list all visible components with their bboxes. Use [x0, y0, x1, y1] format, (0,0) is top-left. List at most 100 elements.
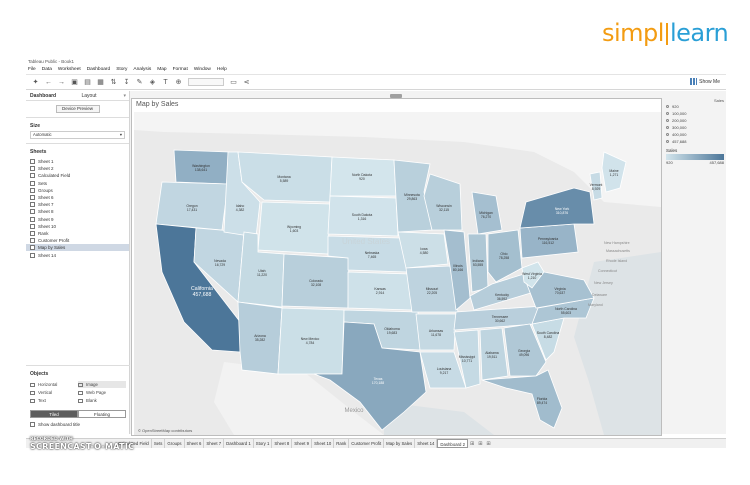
- state-value-label: 5,589: [280, 179, 289, 183]
- text-icon: [30, 398, 35, 403]
- sheet-list-item[interactable]: Sheet 9: [30, 216, 129, 223]
- save-icon[interactable]: ▣: [71, 79, 78, 86]
- sheet-tab[interactable]: Sheet 10: [312, 439, 335, 448]
- object-vertical[interactable]: Vertical: [30, 389, 78, 396]
- worksheet-icon: [30, 209, 35, 215]
- state-wisconsin[interactable]: [423, 173, 463, 231]
- place-label: New Hampshire: [604, 241, 630, 245]
- sheet-list-item[interactable]: Sheet 10: [30, 223, 129, 230]
- sheet-tab[interactable]: Sheet 6: [185, 439, 205, 448]
- highlight-icon[interactable]: ✎: [136, 79, 143, 86]
- share-icon[interactable]: ⋖: [243, 79, 250, 86]
- size-select[interactable]: Automatic ▾: [30, 131, 125, 139]
- state-value-label: 138,641: [195, 168, 207, 172]
- worksheet-icon: [30, 173, 35, 179]
- sheet-tab[interactable]: Sheet 14: [415, 439, 438, 448]
- state-value-label: 310,876: [556, 211, 568, 215]
- sheet-list-item[interactable]: Customer Profit: [30, 237, 129, 244]
- state-value-label: 49,096: [519, 353, 529, 357]
- sheet-list-item[interactable]: Groups: [30, 187, 129, 194]
- show-title-checkbox[interactable]: Show dashboard title: [26, 418, 130, 431]
- sheet-tab[interactable]: Sheet 9: [292, 439, 313, 448]
- object-text[interactable]: Text: [30, 397, 78, 404]
- tab-dashboard[interactable]: Dashboard: [26, 91, 78, 100]
- sort-icon[interactable]: ↧: [123, 79, 130, 86]
- map-view[interactable]: Washington 138,641 Oregon 17,431 California 4…: [134, 112, 661, 435]
- sheet-tab[interactable]: Customer Profit: [349, 439, 385, 448]
- state-value-label: 35,282: [255, 338, 265, 342]
- sheet-list-item[interactable]: Sheet 14: [30, 251, 129, 258]
- sheet-tab[interactable]: Sheet 8: [272, 439, 293, 448]
- show-me-button[interactable]: Show Me: [690, 78, 720, 85]
- state-value-label: 2,914: [376, 291, 385, 295]
- undo-icon[interactable]: ←: [45, 79, 52, 86]
- size-dot: [666, 126, 669, 129]
- size-legend-item: 200,000: [666, 117, 724, 124]
- us-map[interactable]: Washington138,641Oregon17,431California4…: [134, 112, 661, 435]
- new-sheet-icon[interactable]: ▤: [84, 79, 91, 86]
- sheet-tab[interactable]: Dashboard 1: [224, 439, 254, 448]
- map-sheet[interactable]: Map by Sales Washington 138,641 Oregon 17,4…: [131, 98, 662, 436]
- group-icon[interactable]: ◈: [149, 79, 156, 86]
- sheet-list-item[interactable]: Sheet 1: [30, 158, 129, 165]
- sheet-tab[interactable]: Rank: [334, 439, 350, 448]
- sheet-list-item[interactable]: Sheet 7: [30, 201, 129, 208]
- swap-icon[interactable]: ⇅: [110, 79, 117, 86]
- state-value-label: 22,205: [427, 291, 437, 295]
- menu-item-help[interactable]: Help: [217, 66, 227, 74]
- sheet-list-item[interactable]: Calculated Field: [30, 172, 129, 179]
- sheet-tab[interactable]: Sheet 7: [204, 439, 225, 448]
- menu-item-worksheet[interactable]: Worksheet: [58, 66, 81, 74]
- worksheet-icon: [30, 166, 35, 172]
- state-value-label: 10,771: [462, 359, 472, 363]
- chart-icon[interactable]: ▦: [97, 79, 104, 86]
- object-horizontal[interactable]: Horizontal: [30, 381, 78, 388]
- menu-item-file[interactable]: File: [28, 66, 36, 74]
- sheet-list-item[interactable]: Map by Sales: [26, 244, 129, 252]
- state-value-label: 9,217: [440, 371, 449, 375]
- sheet-list-item[interactable]: Sheet 8: [30, 208, 129, 215]
- size-legend-item: 457,688: [666, 138, 724, 145]
- tab-layout[interactable]: Layout ▾: [78, 91, 130, 100]
- object-web-page[interactable]: Web Page: [78, 389, 126, 396]
- sheet-tab[interactable]: Dashboard 2: [437, 439, 469, 448]
- sheet-tab[interactable]: Map by Sales: [384, 439, 416, 448]
- legend-panel: Sales 920 100,000 200,000 300,000 400,000 457…: [666, 98, 724, 165]
- tiled-button[interactable]: Tiled: [30, 410, 78, 418]
- floating-button[interactable]: Floating: [78, 410, 126, 418]
- sheet-list-item[interactable]: Rank: [30, 230, 129, 237]
- menu-item-format[interactable]: Format: [173, 66, 188, 74]
- redo-icon[interactable]: →: [58, 79, 65, 86]
- state-value-label: 80,166: [453, 268, 463, 272]
- new-story-icon[interactable]: ⊞: [484, 441, 492, 447]
- menu-item-dashboard[interactable]: Dashboard: [87, 66, 110, 74]
- menu-item-map[interactable]: Map: [157, 66, 166, 74]
- presentation-icon[interactable]: ▭: [230, 79, 237, 86]
- tableau-logo-icon[interactable]: ✦: [32, 79, 39, 86]
- state-value-label: 4,580: [420, 251, 429, 255]
- sheet-tab[interactable]: Groups: [165, 439, 185, 448]
- sheet-list-item[interactable]: Sets: [30, 180, 129, 187]
- menu-item-analysis[interactable]: Analysis: [133, 66, 151, 74]
- checkbox-icon: [30, 422, 35, 427]
- new-dashboard-icon[interactable]: ⊞: [476, 441, 484, 447]
- device-preview-button[interactable]: Device Preview: [55, 105, 100, 113]
- sheet-tab[interactable]: Story 1: [254, 439, 273, 448]
- new-sheet-icon[interactable]: ⊞: [468, 441, 476, 447]
- object-blank[interactable]: Blank: [78, 397, 126, 404]
- size-dot: [666, 119, 669, 122]
- menu-item-window[interactable]: Window: [194, 66, 211, 74]
- fit-select[interactable]: [188, 78, 224, 86]
- menu-item-data[interactable]: Data: [42, 66, 52, 74]
- pin-icon[interactable]: ⊕: [175, 79, 182, 86]
- menu-item-story[interactable]: Story: [116, 66, 127, 74]
- objects-section: Objects Horizontal Image Vertical Web Page T…: [26, 361, 130, 431]
- sheet-list-item[interactable]: Sheet 2: [30, 165, 129, 172]
- object-image[interactable]: Image: [78, 381, 126, 388]
- sheet-tab[interactable]: Sets: [152, 439, 166, 448]
- label-icon[interactable]: T: [162, 79, 169, 86]
- state-value-label: 19,511: [487, 355, 497, 359]
- state-value-label: 70,637: [555, 291, 565, 295]
- sheet-list-item[interactable]: Sheet 6: [30, 194, 129, 201]
- worksheet-icon: [30, 202, 35, 208]
